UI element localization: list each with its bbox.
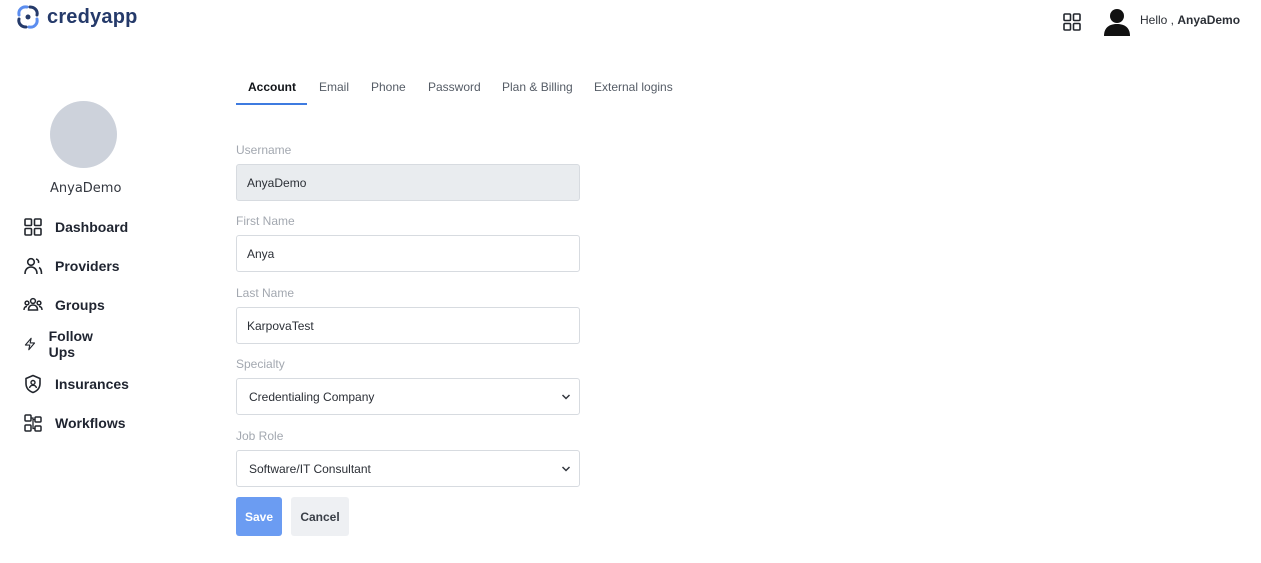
tab-phone[interactable]: Phone	[371, 80, 406, 94]
last-name-field[interactable]	[236, 307, 580, 344]
grid-icon[interactable]	[1063, 13, 1081, 31]
shield-icon	[25, 374, 41, 394]
profile-avatar	[50, 101, 117, 168]
sidebar-item-insurances[interactable]: Insurances	[23, 373, 129, 395]
cancel-button[interactable]: Cancel	[291, 497, 349, 536]
sidebar-item-label: Dashboard	[55, 219, 129, 235]
tab-account[interactable]: Account	[248, 80, 296, 94]
chevron-down-icon	[561, 394, 571, 400]
job-role-label: Job Role	[236, 429, 284, 443]
sidebar-item-workflows[interactable]: Workflows	[23, 412, 126, 434]
sidebar-item-follow-ups[interactable]: Follow Ups	[23, 328, 99, 360]
tab-plan-billing[interactable]: Plan & Billing	[502, 80, 573, 94]
sidebar-item-label: Follow Ups	[48, 328, 93, 360]
first-name-label: First Name	[236, 214, 295, 228]
workflow-icon	[24, 414, 42, 432]
user-icon[interactable]	[1102, 8, 1132, 36]
chevron-down-icon	[561, 466, 571, 472]
username-label: Username	[236, 143, 292, 157]
sidebar-item-providers[interactable]: Providers	[23, 255, 120, 277]
specialty-select[interactable]: Credentialing Company	[236, 378, 580, 415]
active-tab-indicator	[236, 103, 307, 105]
lightning-icon	[24, 337, 36, 351]
tab-email[interactable]: Email	[319, 80, 349, 94]
tab-external-logins[interactable]: External logins	[594, 80, 673, 94]
user-greeting[interactable]: Hello , AnyaDemo	[1140, 13, 1240, 27]
brand-name: credyapp	[47, 5, 138, 28]
specialty-label: Specialty	[236, 357, 285, 371]
sidebar-item-label: Groups	[55, 297, 105, 313]
brand-logo[interactable]: credyapp	[14, 3, 138, 31]
specialty-value: Credentialing Company	[249, 389, 375, 404]
username-field[interactable]	[236, 164, 580, 201]
sidebar-item-groups[interactable]: Groups	[23, 294, 105, 316]
sidebar-item-dashboard[interactable]: Dashboard	[23, 216, 128, 238]
sidebar-item-label: Insurances	[55, 376, 129, 392]
grid-icon	[24, 218, 42, 236]
logo-icon	[17, 5, 39, 29]
last-name-label: Last Name	[236, 286, 295, 300]
profile-name: AnyaDemo	[50, 181, 122, 196]
group-icon	[23, 297, 43, 311]
sidebar-item-label: Workflows	[55, 415, 126, 431]
job-role-select[interactable]: Software/IT Consultant	[236, 450, 580, 487]
job-role-value: Software/IT Consultant	[249, 461, 371, 476]
sidebar-item-label: Providers	[55, 258, 120, 274]
first-name-field[interactable]	[236, 235, 580, 272]
users-icon	[24, 257, 43, 275]
greeting-user-name: AnyaDemo	[1177, 13, 1241, 27]
save-button[interactable]: Save	[236, 497, 282, 536]
tab-password[interactable]: Password	[428, 80, 481, 94]
greeting-prefix: Hello ,	[1140, 13, 1175, 27]
